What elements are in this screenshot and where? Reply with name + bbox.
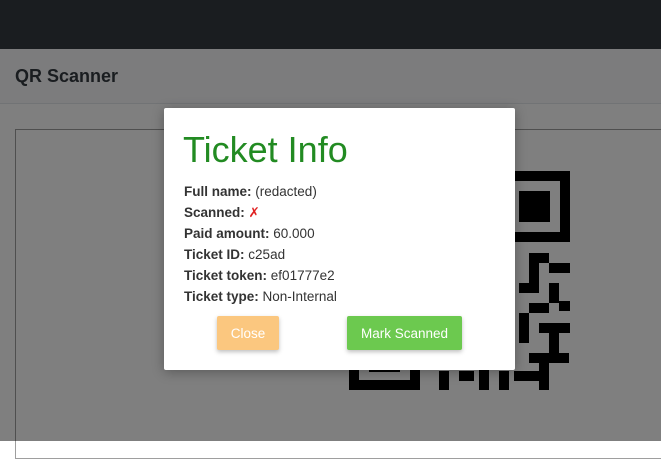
- ticket-token-value: ef01777e2: [270, 268, 335, 283]
- ticket-id-row: Ticket ID: c25ad: [184, 244, 337, 265]
- paid-amount-value: 60.000: [273, 226, 315, 241]
- ticket-details: Full name: (redacted) Scanned: ✗ Paid am…: [184, 181, 337, 307]
- close-button[interactable]: Close: [217, 316, 279, 350]
- ticket-token-label: Ticket token:: [184, 268, 268, 283]
- modal-title: Ticket Info: [183, 129, 348, 170]
- full-name-value: (redacted): [255, 184, 317, 199]
- full-name-row: Full name: (redacted): [184, 181, 337, 202]
- scanned-label: Scanned:: [184, 205, 245, 220]
- paid-amount-label: Paid amount:: [184, 226, 270, 241]
- ticket-info-modal: Ticket Info Full name: (redacted) Scanne…: [164, 108, 515, 370]
- paid-amount-row: Paid amount: 60.000: [184, 223, 337, 244]
- cross-mark-icon: ✗: [248, 205, 260, 220]
- full-name-label: Full name:: [184, 184, 252, 199]
- ticket-id-label: Ticket ID:: [184, 247, 245, 262]
- ticket-type-value: Non-Internal: [262, 289, 337, 304]
- ticket-type-row: Ticket type: Non-Internal: [184, 286, 337, 307]
- ticket-token-row: Ticket token: ef01777e2: [184, 265, 337, 286]
- ticket-id-value: c25ad: [248, 247, 286, 262]
- ticket-type-label: Ticket type:: [184, 289, 259, 304]
- mark-scanned-button[interactable]: Mark Scanned: [347, 316, 462, 350]
- scanned-row: Scanned: ✗: [184, 202, 337, 223]
